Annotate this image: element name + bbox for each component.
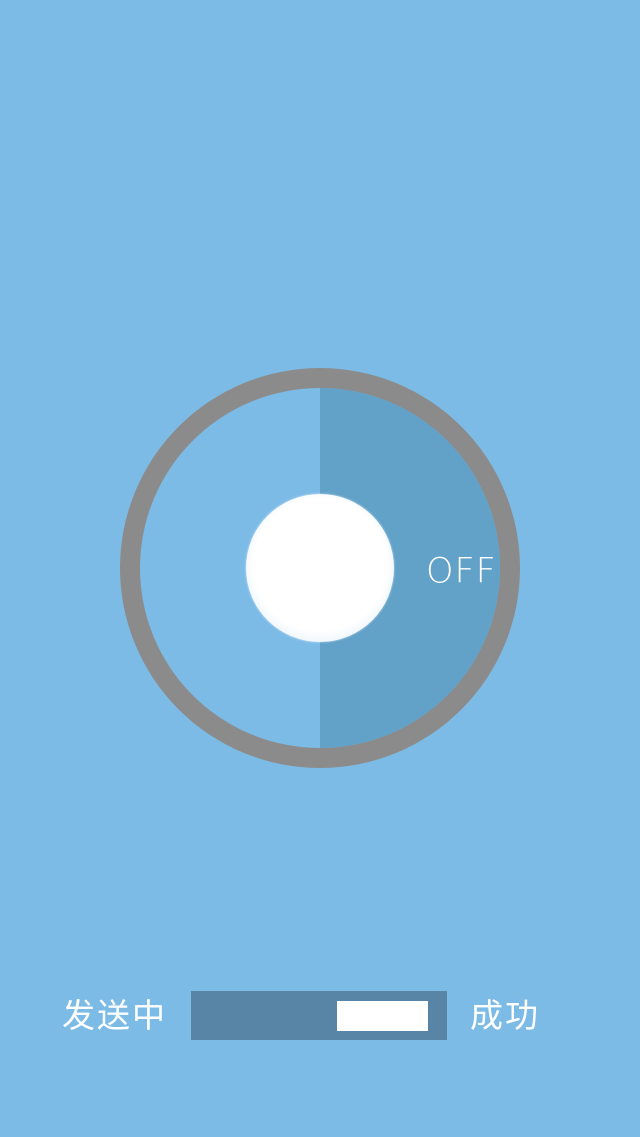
send-progress-bar[interactable]: [191, 991, 447, 1040]
app-screen: { "dial": { "state_label": "OFF", "color…: [0, 0, 640, 1137]
sending-label: 发送中: [62, 996, 167, 1035]
power-dial[interactable]: OFF: [120, 368, 520, 768]
success-label: 成功: [470, 996, 540, 1035]
progress-thumb[interactable]: [336, 1001, 428, 1031]
dial-face: OFF: [140, 388, 500, 748]
dial-knob[interactable]: [246, 494, 394, 642]
dial-state-label: OFF: [426, 551, 497, 592]
